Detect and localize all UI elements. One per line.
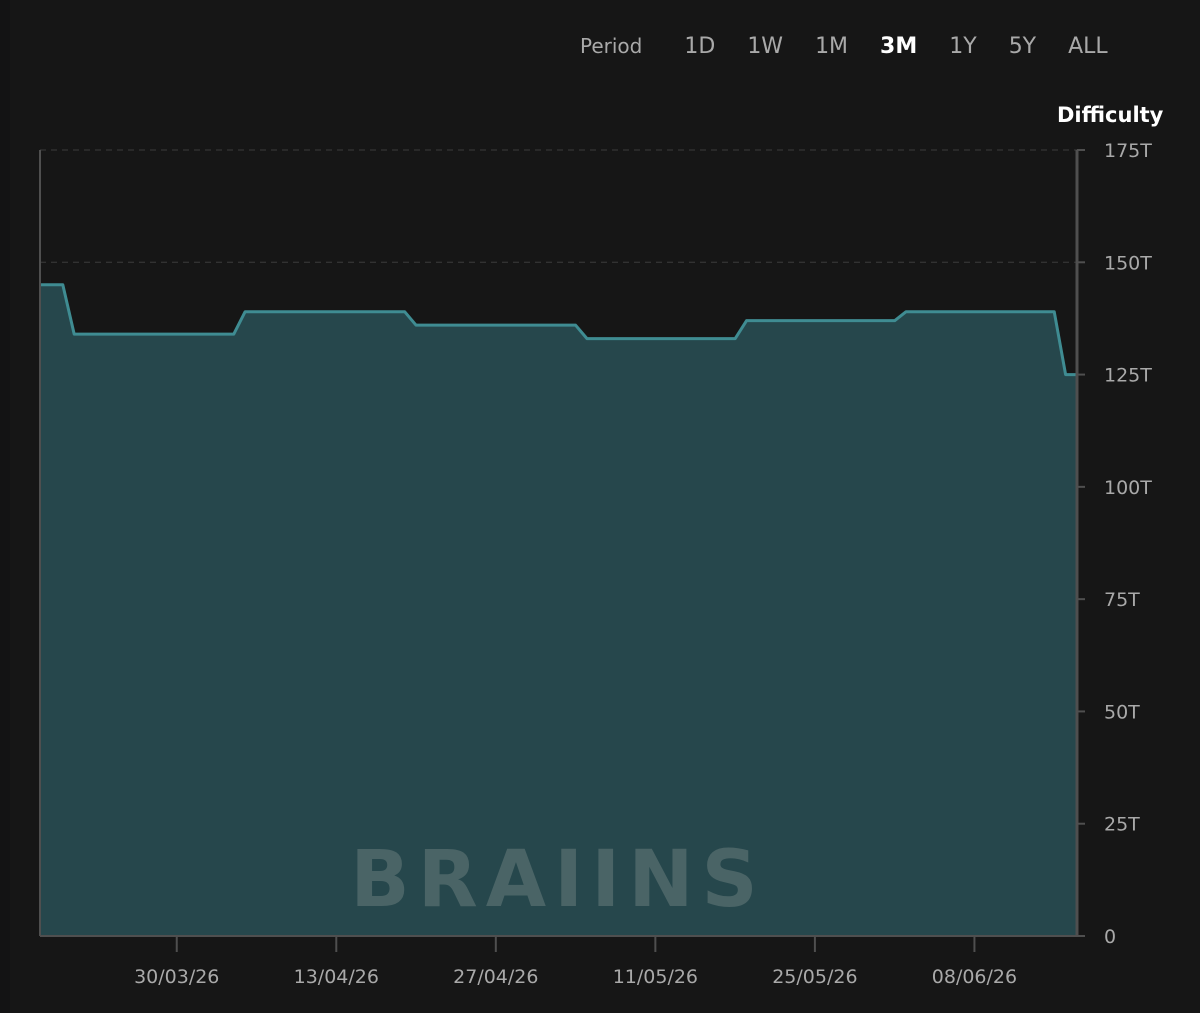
braiins-watermark: BRAIINS	[350, 835, 765, 925]
difficulty-chart: BRAIINS 0 25T 50T 75T 100T 125T 150T 175T 30/03…	[39, 140, 1152, 988]
y-tick-label: 175T	[1104, 140, 1152, 162]
x-axis-ticks: 30/03/26 13/04/26 27/04/26 11/05/26 25/05/26…	[134, 936, 1017, 988]
y-tick-label: 50T	[1104, 701, 1140, 723]
x-tick-label: 25/05/26	[772, 966, 857, 988]
x-tick-label: 27/04/26	[453, 966, 538, 988]
y-tick-label: 150T	[1104, 252, 1152, 274]
y-tick-label: 125T	[1104, 365, 1152, 387]
x-tick-label: 13/04/26	[294, 966, 379, 988]
y-axis-ticks: 0 25T 50T 75T 100T 125T 150T 175T	[1077, 140, 1152, 948]
x-tick-label: 11/05/26	[613, 966, 698, 988]
y-tick-label: 25T	[1104, 814, 1140, 836]
y-tick-label: 0	[1104, 926, 1116, 948]
y-tick-label: 75T	[1104, 589, 1140, 611]
x-tick-label: 30/03/26	[134, 966, 219, 988]
x-tick-label: 08/06/26	[932, 966, 1017, 988]
y-tick-label: 100T	[1104, 477, 1152, 499]
